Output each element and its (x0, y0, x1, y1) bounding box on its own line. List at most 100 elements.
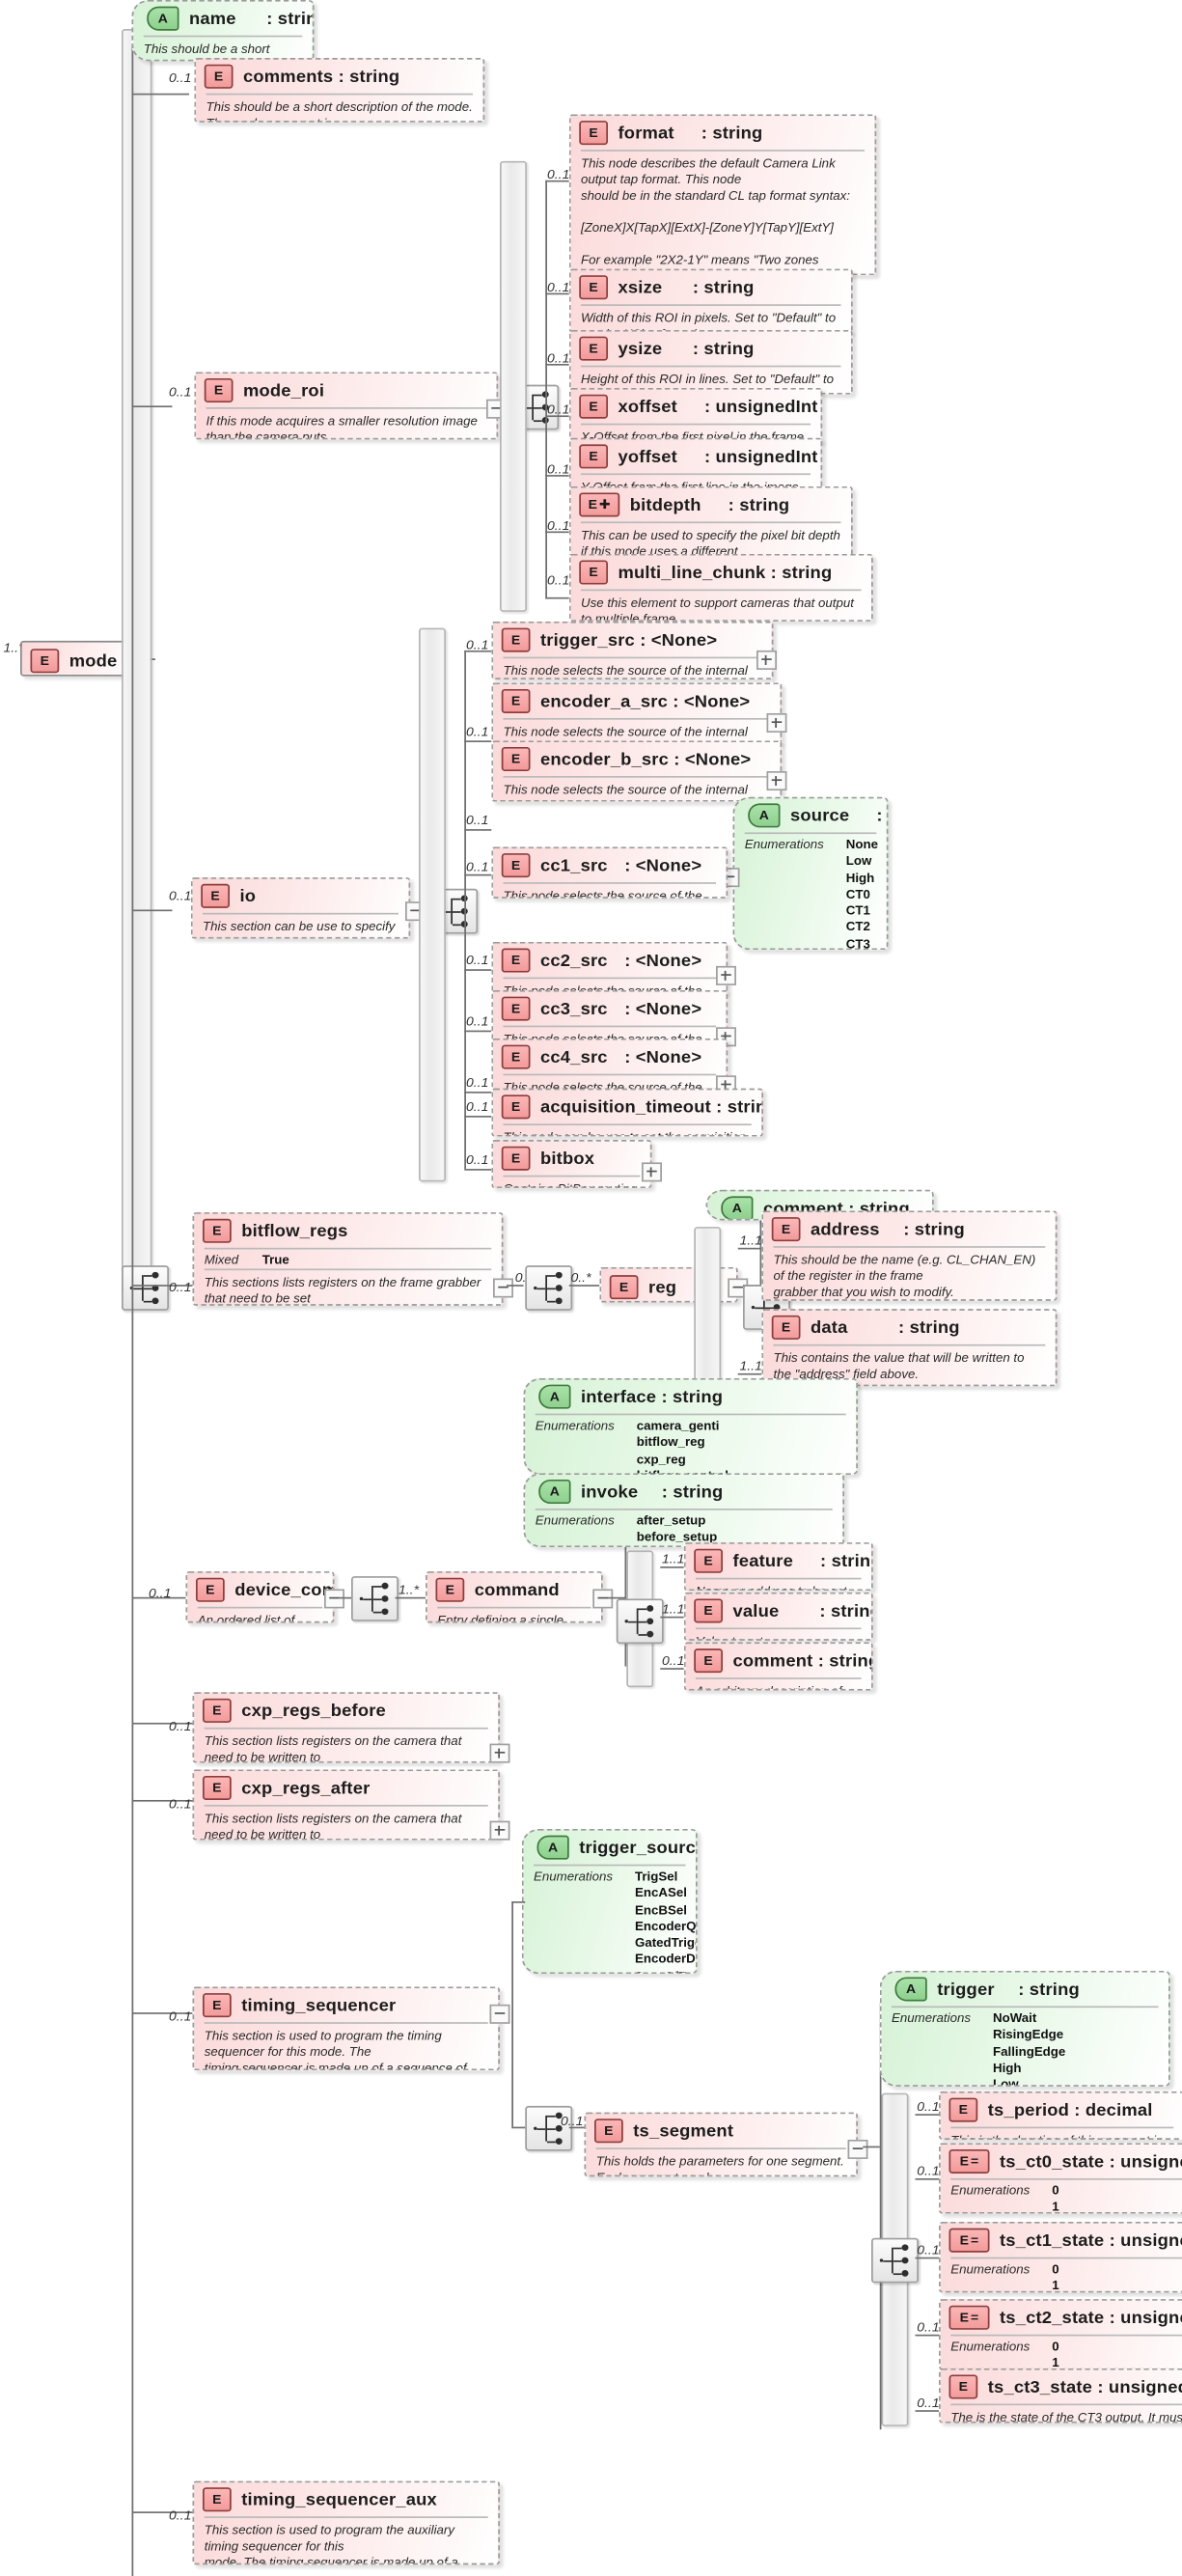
node-mode[interactable]: Emode (20, 640, 135, 677)
node-yoffset[interactable]: Eyoffset: unsignedInt Y-Offset from the … (568, 437, 823, 493)
cardinality-comments: 0..1 (169, 70, 192, 86)
element-enum-icon: E = (948, 2305, 990, 2330)
cardinality-bitflow-regs: 0..1 (169, 1280, 192, 1295)
cardinality-timing-sequencer: 0..1 (169, 2008, 192, 2024)
collapse-timing-sequencer[interactable] (489, 2004, 510, 2024)
expand-trigger-src[interactable] (756, 650, 777, 670)
node-data[interactable]: Edata: string This contains the value th… (761, 1309, 1058, 1387)
element-enum-icon: E = (948, 2228, 990, 2253)
node-timing-sequencer[interactable]: Etiming_sequencer This section is used t… (192, 1986, 500, 2071)
node-command-comment[interactable]: Ecomment : string An arbitrary descripti… (683, 1642, 873, 1691)
cardinality-multi-line-chunk: 0..1 (547, 572, 570, 588)
enumerations-label: Enumerations (534, 1869, 614, 1884)
element-icon: E (204, 64, 234, 89)
node-device-commands[interactable]: Edevice_commands An ordered list of comm… (185, 1571, 335, 1623)
node-timing-sequencer-aux[interactable]: Etiming_sequencer_aux This section is us… (192, 2480, 500, 2565)
node-cc1-src[interactable]: Ecc1_src: <None> This node selects the s… (491, 846, 728, 899)
element-icon: E (948, 2097, 978, 2122)
element-icon: E (694, 1648, 723, 1674)
node-ts-period[interactable]: Ets_period : decimal This is the duratio… (939, 2091, 1182, 2140)
node-bitdepth[interactable]: E ✚ bitdepth: string This can be used to s… (568, 485, 853, 558)
expand-cxp-regs-before[interactable] (489, 1743, 510, 1763)
cardinality-acquisition-timeout: 0..1 (466, 1099, 489, 1115)
node-acquisition-timeout[interactable]: Eacquisition_timeout : string This node … (491, 1088, 763, 1137)
node-cxp-regs-before[interactable]: Ecxp_regs_before This section lists regi… (192, 1692, 500, 1763)
enumerations-label: Enumerations (892, 2010, 972, 2026)
xsd-diagram-canvas: 1..* Emode A name : string This should b… (0, 0, 1182, 2576)
node-cxp-regs-after[interactable]: Ecxp_regs_after This section lists regis… (192, 1769, 500, 1841)
expand-cxp-regs-after[interactable] (489, 1820, 510, 1841)
node-encoder-a-src[interactable]: Eencoder_a_src : <None> This node select… (491, 682, 783, 744)
expand-bitbox[interactable] (642, 1162, 662, 1182)
cardinality-ts-period: 0..1 (917, 2099, 940, 2115)
node-cc2-src[interactable]: Ecc2_src: <None> This node selects the s… (491, 941, 728, 994)
node-feature[interactable]: Efeature: string Name or address to be s… (683, 1542, 873, 1592)
node-source-attribute[interactable]: Asource: string Enumerations None Low Hi… (732, 796, 889, 951)
cardinality-ts-ct1-state: 0..1 (917, 2242, 940, 2257)
node-interface-attribute[interactable]: Ainterface : string Enumerations camera_… (523, 1377, 858, 1476)
sequence-compositor-ts-segment[interactable] (871, 2237, 919, 2284)
node-invoke-attribute[interactable]: Ainvoke: string Enumerations after_setup… (523, 1473, 844, 1548)
element-icon: E (948, 2374, 978, 2399)
cardinality-cxp-regs-after: 0..1 (169, 1796, 192, 1812)
node-io[interactable]: Eio This section can be use to specify t… (190, 877, 411, 939)
node-ts-ct3-state[interactable]: Ets_ct3_state : unsignedByte The is the … (939, 2368, 1182, 2424)
node-trigger-src[interactable]: Etrigger_src : <None> This node selects … (491, 621, 774, 679)
element-icon: E (579, 336, 608, 361)
node-multi-line-chunk[interactable]: Emulti_line_chunk : string Use this elem… (568, 553, 873, 622)
node-comments[interactable]: Ecomments : string This should be a shor… (194, 58, 485, 123)
collapse-ts-segment[interactable] (847, 2139, 868, 2159)
element-icon: E (501, 627, 531, 652)
node-trigger-source-attribute[interactable]: Atrigger_source : string Enumerations Tr… (521, 1828, 698, 1975)
element-icon: E (579, 444, 608, 469)
node-ysize[interactable]: Eysize: string Height of this ROI in lin… (568, 329, 853, 395)
node-encoder-b-src[interactable]: Eencoder_b_src : <None> This node select… (491, 740, 783, 802)
node-ts-ct0-state[interactable]: E=ts_ct0_state : unsignedByte Enumeratio… (939, 2143, 1182, 2214)
enumerations-label: Enumerations (950, 2339, 1031, 2354)
node-trigger-attribute[interactable]: Atrigger: string Enumerations NoWait Ris… (879, 1970, 1170, 2087)
node-cc4-src[interactable]: Ecc4_src: <None> This node selects the s… (491, 1038, 728, 1091)
expand-cc2-src[interactable] (716, 965, 736, 985)
sequence-compositor-root[interactable] (122, 1265, 169, 1311)
node-command[interactable]: Ecommand Entry defining a single command… (426, 1571, 603, 1623)
cardinality-cc4-src: 0..1 (466, 1075, 489, 1091)
node-mode-roi[interactable]: Emode_roi If this mode acquires a smalle… (194, 372, 499, 440)
enumerations-values: TrigSel EncASel EncBSel EncoderQuadratur… (635, 1869, 697, 1973)
node-bitbox[interactable]: Ebitbox Contains BitBox routing instruct… (491, 1140, 652, 1189)
node-xsize[interactable]: Exsize: string Width of this ROI in pixe… (568, 268, 853, 334)
cardinality-format: 0..1 (547, 167, 570, 182)
node-address[interactable]: Eaddress: string This should be the name… (761, 1210, 1058, 1301)
enumerations-label: Enumerations (950, 2261, 1031, 2277)
node-name[interactable]: A name : string This should be a short n… (131, 0, 315, 62)
expand-encoder-a-src[interactable] (766, 712, 787, 733)
element-icon: E (694, 1548, 723, 1573)
sequence-compositor-device-commands[interactable] (351, 1576, 399, 1621)
element-icon: E (203, 1993, 232, 2018)
cardinality-ysize: 0..1 (547, 350, 570, 366)
attribute-icon: A (536, 1835, 569, 1860)
node-cc3-src[interactable]: Ecc3_src: <None> This node selects the s… (491, 989, 728, 1042)
node-ts-ct1-state[interactable]: E=ts_ct1_state : unsignedByte Enumeratio… (939, 2222, 1182, 2293)
node-value[interactable]: Evalue: string Value to set (683, 1592, 873, 1641)
element-icon: E (30, 649, 60, 674)
node-ts-segment[interactable]: Ets_segment This holds the parameters fo… (584, 2112, 858, 2177)
element-icon: E (501, 853, 531, 878)
element-icon: E (196, 1577, 225, 1602)
node-bitflow-regs[interactable]: Ebitflow_regs Mixed True This sections li… (192, 1212, 504, 1306)
node-format[interactable]: Eformat: string This node describes the … (568, 114, 877, 276)
cardinality-yoffset: 0..1 (547, 461, 570, 477)
element-icon: E (771, 1217, 801, 1242)
node-ts-ct2-state[interactable]: E=ts_ct2_state : unsignedByte Enumeratio… (939, 2299, 1182, 2370)
collapse-bitflow-regs[interactable] (493, 1278, 513, 1298)
element-icon: E (579, 394, 608, 419)
sequence-compositor-command[interactable] (616, 1598, 664, 1645)
attribute-icon: A (538, 1480, 571, 1505)
enumerations-label: Enumerations (744, 837, 824, 852)
element-icon: E (203, 1698, 232, 1723)
sequence-compositor-bitflow-regs[interactable] (525, 1265, 573, 1311)
node-xoffset[interactable]: Exoffset: unsignedInt X-Offset from the … (568, 388, 823, 443)
enumerations-values: None Low High CT0 CT1 CT2 CT3 TrigSel En… (845, 837, 878, 951)
cardinality-xsize: 0..1 (547, 280, 570, 295)
element-icon: E (203, 1775, 232, 1800)
expand-encoder-b-src[interactable] (766, 771, 787, 791)
